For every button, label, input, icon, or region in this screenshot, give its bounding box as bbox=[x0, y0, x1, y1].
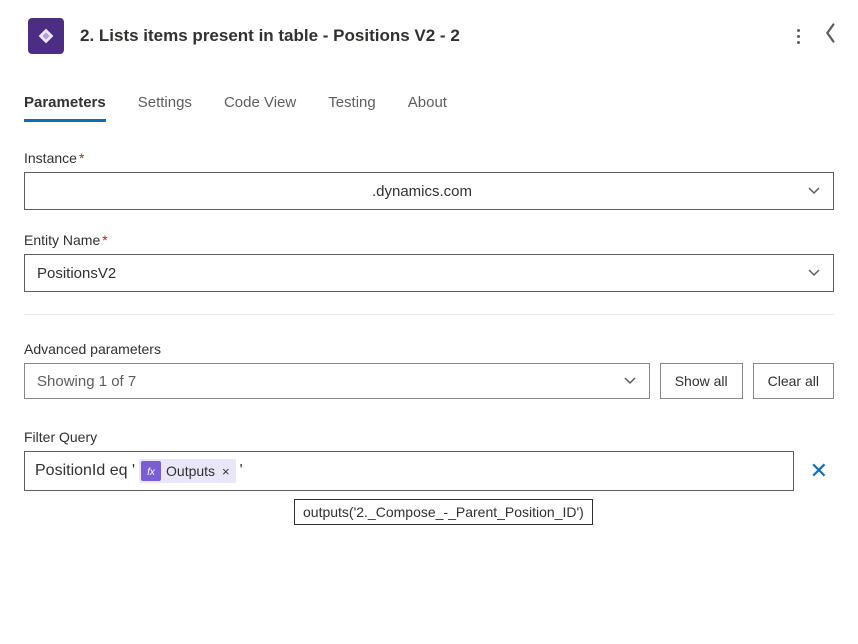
field-instance: Instance* .dynamics.com bbox=[24, 150, 834, 210]
connector-icon bbox=[28, 18, 64, 54]
filter-label: Filter Query bbox=[24, 429, 834, 445]
clear-filter-icon[interactable]: ✕ bbox=[804, 458, 834, 484]
svg-text:fx: fx bbox=[147, 467, 156, 478]
required-marker: * bbox=[102, 232, 107, 248]
action-header: 2. Lists items present in table - Positi… bbox=[0, 0, 858, 64]
advanced-dropdown[interactable]: Showing 1 of 7 bbox=[24, 363, 650, 399]
instance-label: Instance* bbox=[24, 150, 834, 166]
divider bbox=[24, 314, 834, 315]
collapse-icon[interactable] bbox=[824, 22, 838, 50]
filter-query-input[interactable]: PositionId eq ' fx Outputs × ' bbox=[24, 451, 794, 491]
advanced-label: Advanced parameters bbox=[24, 341, 834, 357]
tab-about[interactable]: About bbox=[408, 94, 447, 122]
field-filter-query: Filter Query PositionId eq ' fx Outputs … bbox=[24, 429, 834, 525]
chevron-down-icon bbox=[807, 183, 821, 200]
advanced-summary: Showing 1 of 7 bbox=[37, 373, 136, 390]
tab-code-view[interactable]: Code View bbox=[224, 94, 296, 122]
tab-parameters[interactable]: Parameters bbox=[24, 94, 106, 122]
action-title: 2. Lists items present in table - Positi… bbox=[80, 26, 790, 46]
expression-token[interactable]: fx Outputs × bbox=[139, 459, 236, 483]
entity-label: Entity Name* bbox=[24, 232, 834, 248]
filter-suffix: ' bbox=[240, 462, 243, 480]
more-icon[interactable] bbox=[790, 29, 806, 44]
entity-dropdown[interactable]: PositionsV2 bbox=[24, 254, 834, 292]
fx-icon: fx bbox=[141, 461, 161, 481]
chevron-down-icon bbox=[807, 265, 821, 282]
chevron-down-icon bbox=[623, 373, 637, 390]
instance-dropdown[interactable]: .dynamics.com bbox=[24, 172, 834, 210]
filter-prefix: PositionId eq ' bbox=[35, 462, 135, 480]
entity-label-text: Entity Name bbox=[24, 232, 100, 248]
expression-tooltip: outputs('2._Compose_-_Parent_Position_ID… bbox=[294, 499, 593, 525]
show-all-button[interactable]: Show all bbox=[660, 363, 743, 399]
entity-value: PositionsV2 bbox=[37, 265, 116, 282]
clear-all-button[interactable]: Clear all bbox=[753, 363, 834, 399]
required-marker: * bbox=[79, 150, 84, 166]
instance-label-text: Instance bbox=[24, 150, 77, 166]
token-label: Outputs bbox=[166, 463, 215, 479]
tab-bar: Parameters Settings Code View Testing Ab… bbox=[0, 64, 858, 122]
tab-testing[interactable]: Testing bbox=[328, 94, 376, 122]
instance-value: .dynamics.com bbox=[37, 183, 807, 200]
tab-settings[interactable]: Settings bbox=[138, 94, 192, 122]
parameters-panel: Instance* .dynamics.com Entity Name* Pos… bbox=[0, 122, 858, 545]
token-remove-icon[interactable]: × bbox=[222, 464, 230, 479]
advanced-row: Showing 1 of 7 Show all Clear all bbox=[24, 363, 834, 399]
field-entity-name: Entity Name* PositionsV2 bbox=[24, 232, 834, 292]
